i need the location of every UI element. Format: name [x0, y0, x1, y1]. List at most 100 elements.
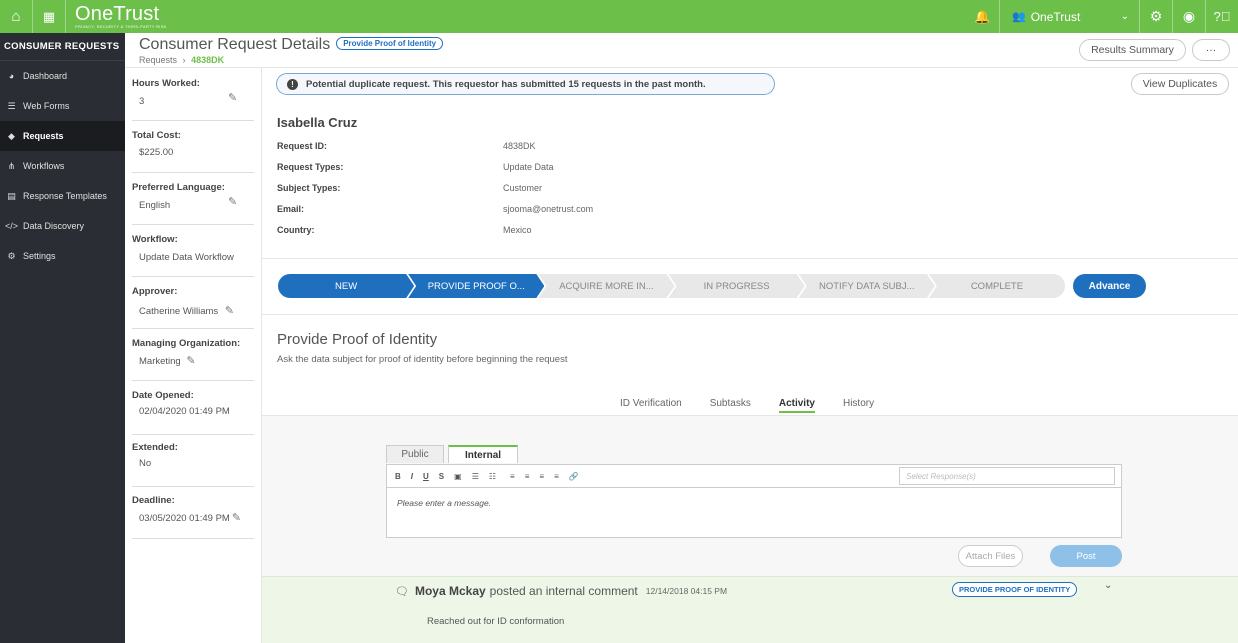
post-button[interactable]: Post	[1050, 545, 1122, 567]
edit-icon[interactable]: ✎	[228, 91, 237, 104]
stage-new[interactable]: NEW	[278, 274, 414, 298]
strikethrough-button[interactable]: S	[439, 472, 444, 481]
approver: Approver: Catherine Williams ✎	[125, 286, 262, 317]
tab-subtasks[interactable]: Subtasks	[710, 398, 751, 413]
link-button[interactable]: 🔗	[569, 472, 579, 481]
tab-public[interactable]: Public	[386, 445, 444, 463]
stage-in-progress[interactable]: IN PROGRESS	[669, 274, 805, 298]
divider	[132, 276, 254, 277]
chevron-down-icon[interactable]: ⌄	[1104, 580, 1112, 591]
chevron-down-icon: ⌄	[1120, 11, 1129, 22]
app-grid-button[interactable]: ▦	[33, 0, 66, 33]
org-name: OneTrust	[1030, 9, 1081, 24]
bold-button[interactable]: B	[395, 472, 401, 481]
tab-history[interactable]: History	[843, 398, 874, 413]
settings-button[interactable]: ⚙	[1139, 0, 1172, 33]
more-options-button[interactable]: ···	[1192, 39, 1230, 61]
sidebar-item-response-templates[interactable]: ▤ Response Templates	[0, 181, 125, 211]
breadcrumb-requests-link[interactable]: Requests	[139, 55, 177, 65]
sidebar-item-dashboard[interactable]: ◕ Dashboard	[0, 61, 125, 91]
message-input[interactable]: Please enter a message.	[386, 488, 1122, 538]
approver-name: Catherine Williams	[139, 306, 219, 317]
detail-label: Country:	[277, 225, 315, 235]
home-icon: ⌂	[11, 8, 21, 25]
detail-row: Request ID: 4838DK	[277, 141, 536, 151]
stage-provide-proof[interactable]: PROVIDE PROOF O...	[408, 274, 544, 298]
page-header: Consumer Request Details Provide Proof of…	[125, 33, 1238, 68]
sidebar-title: CONSUMER REQUESTS	[0, 33, 125, 61]
align-left-button[interactable]: ≡	[510, 472, 515, 481]
edit-icon[interactable]: ✎	[225, 305, 234, 317]
stage-complete[interactable]: COMPLETE	[928, 274, 1066, 298]
info-label: Hours Worked:	[132, 78, 200, 89]
code-icon: </>	[5, 221, 19, 231]
divider	[132, 328, 254, 329]
extended: Extended: No	[125, 442, 262, 469]
detail-label: Request Types:	[277, 162, 344, 172]
breadcrumb-request-id: 4838DK	[191, 55, 225, 65]
divider	[262, 258, 1238, 259]
workflow: Workflow: Update Data Workflow	[125, 234, 262, 263]
notifications-button[interactable]: 🔔	[966, 0, 999, 33]
tab-activity[interactable]: Activity	[778, 398, 815, 413]
underline-button[interactable]: U	[423, 472, 429, 481]
comment-body: Reached out for ID conformation	[427, 616, 565, 627]
managing-organization: Managing Organization: Marketing ✎	[125, 338, 262, 367]
main-content: ! Potential duplicate request. This requ…	[262, 68, 1238, 643]
org-switcher[interactable]: 👥 OneTrust ⌄	[999, 0, 1139, 33]
sidebar-item-web-forms[interactable]: ☰ Web Forms	[0, 91, 125, 121]
info-value: 02/04/2020 01:49 PM	[139, 406, 230, 417]
stage-acquire-more[interactable]: ACQUIRE MORE IN...	[538, 274, 674, 298]
tab-id-verification[interactable]: ID Verification	[620, 398, 682, 413]
stage-badge: Provide Proof of Identity	[336, 37, 444, 50]
sidebar-item-requests[interactable]: ◆ Requests	[0, 121, 125, 151]
stage-notify-data-subject[interactable]: NOTIFY DATA SUBJ...	[799, 274, 935, 298]
sidebar-item-label: Requests	[23, 131, 64, 141]
info-label: Workflow:	[132, 234, 178, 245]
align-right-button[interactable]: ≡	[539, 472, 544, 481]
breadcrumb: Requests › 4838DK	[139, 55, 224, 65]
top-bar: ⌂ ▦ OneTrust PRIVACY, SECURITY & THIRD-P…	[0, 0, 1238, 33]
align-center-button[interactable]: ≡	[525, 472, 530, 481]
sidebar-item-label: Web Forms	[23, 101, 70, 111]
detail-value: 4838DK	[503, 141, 536, 151]
justify-button[interactable]: ≡	[554, 472, 559, 481]
ordered-list-button[interactable]: ☰	[472, 472, 479, 481]
list-icon: ☰	[7, 100, 16, 111]
section-title: Provide Proof of Identity	[277, 331, 438, 348]
sidebar-item-data-discovery[interactable]: </> Data Discovery	[0, 211, 125, 241]
sidebar-item-settings[interactable]: ⚙ Settings	[0, 241, 125, 271]
attach-files-button[interactable]: Attach Files	[958, 545, 1023, 567]
edit-icon[interactable]: ✎	[232, 512, 241, 524]
sidebar-item-label: Settings	[23, 251, 56, 261]
advance-button[interactable]: Advance	[1073, 274, 1146, 298]
italic-button[interactable]: I	[411, 472, 413, 481]
comment-author: Moya Mckay	[414, 584, 486, 598]
user-button[interactable]: ◉	[1172, 0, 1205, 33]
edit-icon[interactable]: ✎	[186, 355, 195, 367]
dashboard-icon: ◕	[8, 71, 15, 81]
info-value: $225.00	[139, 147, 174, 158]
comment-visibility-tabs: Public Internal	[386, 445, 518, 463]
bullet-list-button[interactable]: ☷	[489, 472, 496, 481]
info-value: Catherine Williams ✎	[132, 304, 262, 317]
tab-internal[interactable]: Internal	[448, 445, 518, 463]
sidebar: CONSUMER REQUESTS ◕ Dashboard ☰ Web Forms …	[0, 33, 125, 643]
sidebar-item-workflows[interactable]: ⋔ Workflows	[0, 151, 125, 181]
home-button[interactable]: ⌂	[0, 0, 33, 33]
gear-icon: ⚙	[7, 250, 16, 261]
preferred-language: Preferred Language: English ✎	[125, 182, 262, 211]
edit-icon[interactable]: ✎	[228, 195, 237, 208]
sidebar-item-label: Data Discovery	[23, 221, 85, 231]
image-button[interactable]: ▣	[454, 472, 462, 481]
request-info-panel: Hours Worked: 3 ✎ Total Cost: $225.00 Pr…	[125, 68, 262, 643]
total-cost: Total Cost: $225.00	[125, 130, 262, 158]
select-response-dropdown[interactable]: Select Response(s)	[899, 467, 1115, 485]
onetrust-logo[interactable]: OneTrust PRIVACY, SECURITY & THIRD-PARTY…	[66, 4, 167, 29]
sidebar-item-label: Response Templates	[23, 191, 107, 201]
help-button[interactable]: ?⃝	[1205, 0, 1238, 33]
view-duplicates-button[interactable]: View Duplicates	[1131, 73, 1229, 95]
detail-row: Email: sjooma@onetrust.com	[277, 204, 593, 214]
results-summary-button[interactable]: Results Summary	[1079, 39, 1186, 61]
info-label: Deadline:	[132, 495, 175, 506]
